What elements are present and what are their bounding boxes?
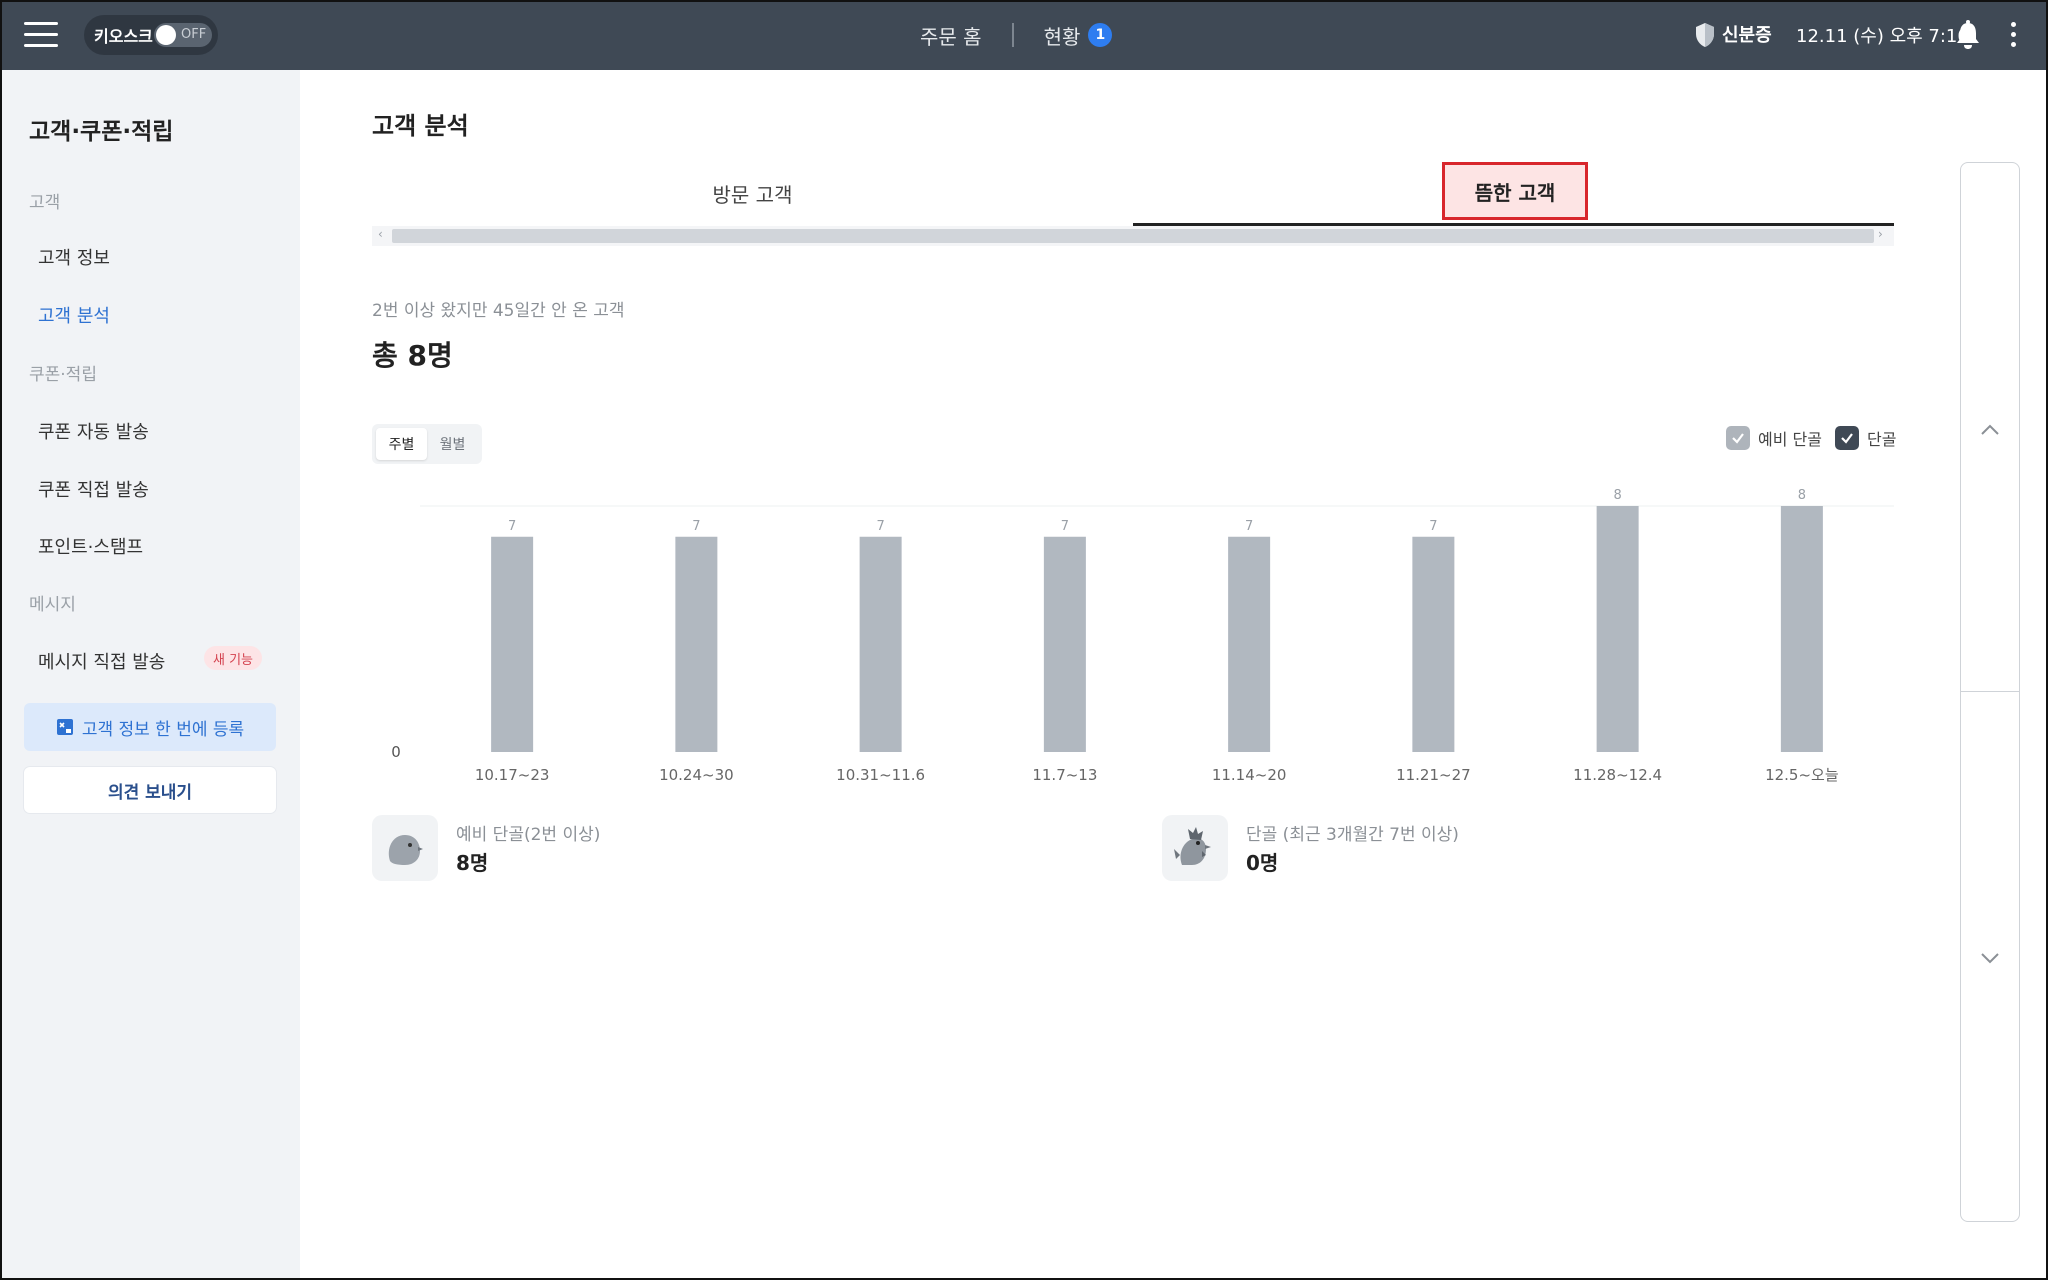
sidebar-item-message-direct[interactable]: 메시지 직접 발송 xyxy=(38,648,165,674)
x-tick-label: 11.14~20 xyxy=(1212,766,1287,784)
chart-bar-prospect xyxy=(1043,536,1086,752)
period-segmented-control: 주별 월별 xyxy=(372,424,482,464)
scroll-panel-divider xyxy=(1961,691,2019,692)
chart-bar-prospect xyxy=(491,536,534,752)
x-tick-label: 10.17~23 xyxy=(475,766,550,784)
data-label: 7 xyxy=(1245,519,1253,534)
sidebar-item-customer-info[interactable]: 고객 정보 xyxy=(38,244,110,270)
stat-regular-label: 단골 (최근 3개월간 7번 이상) xyxy=(1246,825,1459,845)
tab-bar: 방문 고객 xyxy=(372,160,1894,226)
period-weekly-button[interactable]: 주별 xyxy=(376,428,427,460)
checkbox-checked-icon[interactable] xyxy=(1835,426,1859,450)
lapsed-customers-chart: 0 7 10.17~23 7 10.24~30 7 10.31~11.6 7 11.7~13 7 1… xyxy=(391,488,1894,784)
sidebar-item-customer-analysis[interactable]: 고객 분석 xyxy=(38,302,110,328)
sidebar-section-customer: 고객 xyxy=(29,193,61,213)
chart-bar-prospect xyxy=(1412,536,1455,752)
chart-bar-prospect xyxy=(859,536,902,752)
tab-visit-customers[interactable]: 방문 고객 xyxy=(372,160,1133,226)
kiosk-switch[interactable]: OFF xyxy=(154,23,212,47)
lapsed-description: 2번 이상 왔지만 45일간 안 온 고객 xyxy=(372,301,625,321)
kiosk-state: OFF xyxy=(181,27,207,42)
legend-prospect[interactable]: 예비 단골 xyxy=(1726,426,1822,450)
sidebar: 고객·쿠폰·적립 고객 고객 정보 고객 분석 쿠폰·적립 쿠폰 자동 발송 쿠… xyxy=(0,70,300,1280)
stat-prospect-value: 8명 xyxy=(456,851,489,875)
status-badge: 1 xyxy=(1088,23,1113,47)
data-label: 8 xyxy=(1613,488,1621,503)
data-label: 8 xyxy=(1798,488,1806,503)
register-button-label: 고객 정보 한 번에 등록 xyxy=(81,719,245,740)
sidebar-item-coupon-direct[interactable]: 쿠폰 직접 발송 xyxy=(38,476,149,502)
nav-status[interactable]: 현황 xyxy=(1044,21,1081,50)
stat-regular-value: 0명 xyxy=(1246,851,1279,875)
sidebar-item-points[interactable]: 포인트·스탬프 xyxy=(38,533,143,559)
scroll-right-icon[interactable]: › xyxy=(1878,227,1883,241)
rooster-icon xyxy=(1162,815,1228,881)
chart-bar-prospect xyxy=(675,536,718,752)
tab-lapsed-highlight[interactable]: 뜸한 고객 xyxy=(1442,162,1588,220)
x-tick-label: 10.31~11.6 xyxy=(836,766,925,784)
data-label: 7 xyxy=(1061,519,1069,534)
legend-prospect-label: 예비 단골 xyxy=(1758,430,1822,449)
shield-icon xyxy=(1696,23,1714,47)
bell-icon[interactable] xyxy=(1954,20,1982,50)
y-tick-label: 0 xyxy=(391,743,401,761)
kiosk-label: 키오스크 xyxy=(94,27,153,46)
security-label[interactable]: 신분증 xyxy=(1722,21,1772,47)
feedback-button[interactable]: 의견 보내기 xyxy=(24,767,276,813)
total-count: 총 8명 xyxy=(372,339,453,372)
new-feature-badge: 새 기능 xyxy=(204,646,262,670)
more-icon[interactable] xyxy=(2010,22,2018,48)
nav-order-home[interactable]: 주문 홈 xyxy=(920,21,982,50)
period-monthly-button[interactable]: 월별 xyxy=(427,428,478,460)
scroll-left-icon[interactable]: ‹ xyxy=(378,227,383,241)
top-nav: 주문 홈 현황 1 xyxy=(920,18,1113,52)
x-tick-label: 12.5~오늘 xyxy=(1765,766,1839,784)
tab-scrollbar[interactable]: ‹ › xyxy=(372,226,1894,246)
x-tick-label: 11.28~12.4 xyxy=(1573,766,1662,784)
datetime: 12.11 (수) 오후 7:10 xyxy=(1796,26,1969,47)
chart-bar-prospect xyxy=(1596,506,1639,752)
kiosk-toggle-group[interactable]: 키오스크 OFF xyxy=(84,15,218,55)
legend-regular-label: 단골 xyxy=(1867,430,1897,449)
x-tick-label: 11.7~13 xyxy=(1032,766,1097,784)
chevron-down-icon[interactable] xyxy=(1979,947,2001,969)
legend-regular[interactable]: 단골 xyxy=(1835,426,1896,450)
sidebar-section-message: 메시지 xyxy=(29,595,76,615)
data-label: 7 xyxy=(876,519,884,534)
data-label: 7 xyxy=(692,519,700,534)
chart-bar-prospect xyxy=(1780,506,1823,752)
x-tick-label: 11.21~27 xyxy=(1396,766,1471,784)
nav-divider xyxy=(1011,23,1014,47)
sidebar-section-coupon: 쿠폰·적립 xyxy=(29,365,97,385)
scroll-thumb[interactable] xyxy=(392,229,1874,243)
menu-icon[interactable] xyxy=(24,22,58,48)
x-tick-label: 10.24~30 xyxy=(659,766,734,784)
toggle-knob xyxy=(156,25,176,45)
data-label: 7 xyxy=(1429,519,1437,534)
sidebar-item-coupon-auto[interactable]: 쿠폰 자동 발송 xyxy=(38,418,149,444)
sidebar-title: 고객·쿠폰·적립 xyxy=(29,119,174,145)
checkbox-checked-icon[interactable] xyxy=(1726,426,1750,450)
chevron-up-icon[interactable] xyxy=(1979,419,2001,441)
register-customers-button[interactable]: 고객 정보 한 번에 등록 xyxy=(24,703,276,751)
register-icon xyxy=(56,719,73,735)
page-title: 고객 분석 xyxy=(372,112,469,140)
stat-prospect-label: 예비 단골(2번 이상) xyxy=(456,825,601,845)
data-label: 7 xyxy=(508,519,516,534)
chick-icon xyxy=(372,815,438,881)
chart-bar-prospect xyxy=(1228,536,1271,752)
top-bar: 키오스크 OFF 주문 홈 현황 1 신분증 12.11 (수) 오후 7:10 xyxy=(0,0,2048,70)
page-scroll-panel xyxy=(1960,162,2020,1222)
